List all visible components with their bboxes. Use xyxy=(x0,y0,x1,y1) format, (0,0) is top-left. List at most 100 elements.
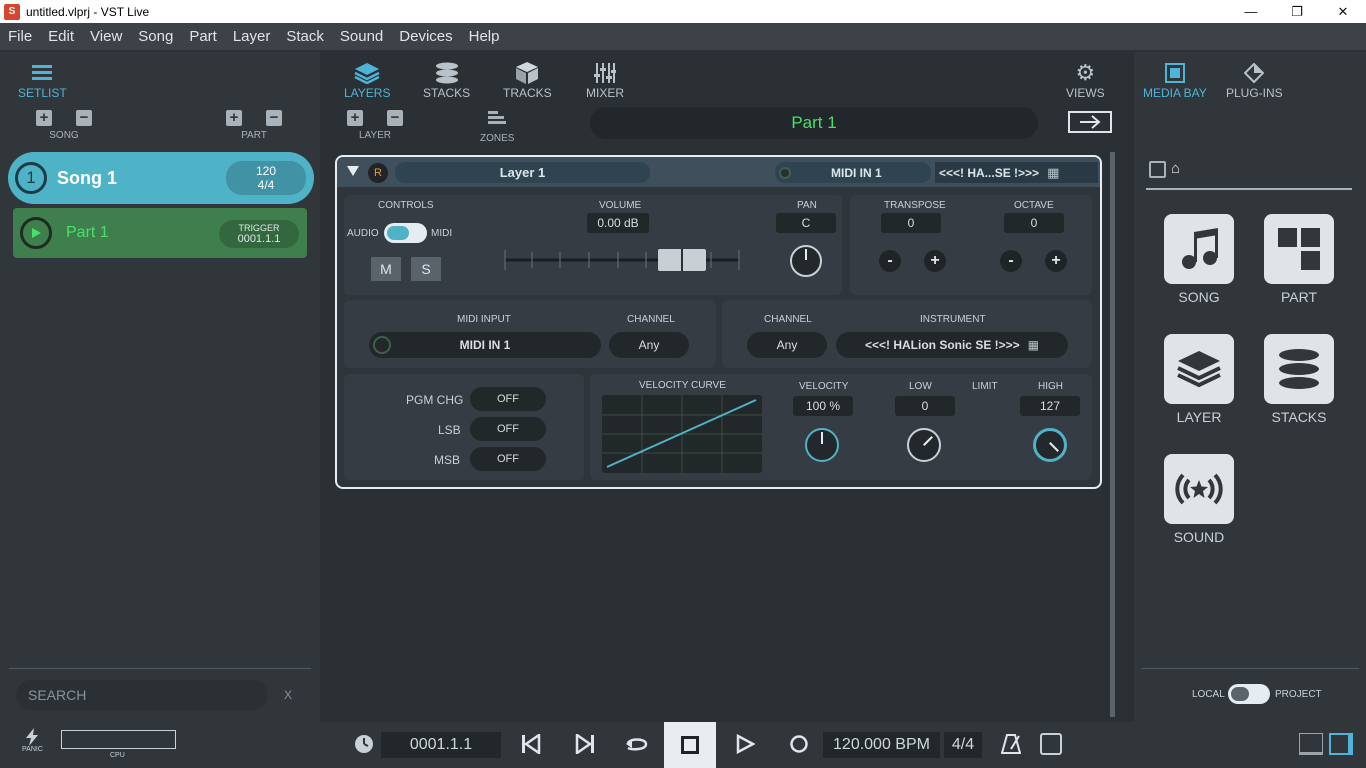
skip-back-icon[interactable] xyxy=(516,724,546,764)
pan-knob[interactable] xyxy=(790,245,822,277)
scrollbar[interactable] xyxy=(1110,152,1115,717)
audio-midi-toggle[interactable] xyxy=(384,223,427,243)
tempo-display[interactable]: 120.000 BPM xyxy=(823,732,940,758)
velocity-curve-graph[interactable] xyxy=(602,395,762,473)
count-in-toggle[interactable] xyxy=(1038,724,1064,764)
grid-icon xyxy=(1264,214,1334,284)
channel-select[interactable]: Any xyxy=(609,332,689,358)
views-button[interactable]: ⚙ VIEWS xyxy=(1066,60,1105,100)
menu-help[interactable]: Help xyxy=(461,28,508,45)
position-display[interactable]: 0001.1.1 xyxy=(381,732,501,758)
menu-edit[interactable]: Edit xyxy=(40,28,82,45)
record-arm-button[interactable]: R xyxy=(368,163,388,183)
tile-sound[interactable]: SOUND xyxy=(1164,454,1234,545)
add-layer-button[interactable]: + xyxy=(347,110,363,126)
stop-icon xyxy=(681,736,699,754)
title-bar: S untitled.vlprj - VST Live — ❐ ✕ xyxy=(0,0,1366,23)
window-title: untitled.vlprj - VST Live xyxy=(26,4,150,19)
high-value[interactable]: 127 xyxy=(1020,396,1080,416)
record-icon[interactable] xyxy=(784,724,814,764)
piano-icon[interactable]: ▦ xyxy=(1047,165,1059,181)
instrument-value: <<<! HALion Sonic SE !>>> xyxy=(864,338,1020,352)
plugins-button[interactable]: PLUG-INS xyxy=(1226,60,1283,100)
transpose-plus-button[interactable]: + xyxy=(924,250,946,272)
tab-tracks[interactable]: TRACKS xyxy=(503,60,552,100)
low-knob[interactable] xyxy=(907,428,941,462)
menu-song[interactable]: Song xyxy=(130,28,181,45)
volume-fader[interactable] xyxy=(501,242,741,278)
metronome-icon[interactable] xyxy=(996,724,1026,764)
local-project-toggle[interactable] xyxy=(1228,684,1270,704)
loop-icon[interactable] xyxy=(622,724,652,764)
add-song-button[interactable]: + xyxy=(36,110,52,126)
lsb-toggle[interactable]: OFF xyxy=(470,417,546,441)
channel2-select[interactable]: Any xyxy=(747,332,827,358)
piano-icon[interactable]: ▦ xyxy=(1028,338,1039,352)
song-item[interactable]: 1 Song 1 120 4/4 xyxy=(8,152,314,204)
octave-minus-button[interactable]: - xyxy=(1000,250,1022,272)
signature-display[interactable]: 4/4 xyxy=(944,732,982,758)
menu-file[interactable]: File xyxy=(0,28,40,45)
volume-value[interactable]: 0.00 dB xyxy=(587,213,649,233)
remove-song-button[interactable]: − xyxy=(76,110,92,126)
tile-stacks[interactable]: STACKS xyxy=(1264,334,1334,425)
clear-search-button[interactable]: X xyxy=(278,680,298,710)
tab-mixer[interactable]: MIXER xyxy=(586,60,624,100)
pgm-chg-toggle[interactable]: OFF xyxy=(470,387,546,411)
layer-instrument-head[interactable]: <<<! HA...SE !>>> ▦ xyxy=(935,162,1098,183)
transpose-value[interactable]: 0 xyxy=(881,213,941,233)
menu-devices[interactable]: Devices xyxy=(391,28,460,45)
minimize-icon[interactable]: — xyxy=(1228,0,1274,23)
menu-part[interactable]: Part xyxy=(181,28,225,45)
remove-part-button[interactable]: − xyxy=(266,110,282,126)
part-item[interactable]: Part 1 TRIGGER 0001.1.1 xyxy=(13,208,307,258)
clock-icon[interactable] xyxy=(352,724,376,764)
solo-button[interactable]: S xyxy=(411,257,441,281)
velocity-knob[interactable] xyxy=(805,428,839,462)
tab-layers[interactable]: LAYERS xyxy=(344,60,390,100)
menu-stack[interactable]: Stack xyxy=(278,28,332,45)
app-icon: S xyxy=(4,3,20,20)
remove-layer-button[interactable]: − xyxy=(387,110,403,126)
maximize-icon[interactable]: ❐ xyxy=(1274,0,1320,23)
close-icon[interactable]: ✕ xyxy=(1320,0,1366,23)
tile-song[interactable]: SONG xyxy=(1164,214,1234,305)
collapse-icon[interactable] xyxy=(346,165,360,177)
setlist-button[interactable]: SETLIST xyxy=(18,60,67,100)
high-knob[interactable] xyxy=(1033,428,1067,462)
layout-left-icon[interactable] xyxy=(1298,724,1324,764)
tile-part[interactable]: PART xyxy=(1264,214,1334,305)
velocity-value[interactable]: 100 % xyxy=(793,396,853,416)
menu-sound[interactable]: Sound xyxy=(332,28,391,45)
home-icon[interactable]: ⌂ xyxy=(1171,160,1180,177)
panic-button[interactable]: PANIC xyxy=(22,728,43,753)
pan-value[interactable]: C xyxy=(776,213,836,233)
tab-stacks[interactable]: STACKS xyxy=(423,60,470,100)
tile-layer[interactable]: LAYER xyxy=(1164,334,1234,425)
layer-midi-in-head[interactable]: MIDI IN 1 xyxy=(775,162,931,183)
octave-plus-button[interactable]: + xyxy=(1045,250,1067,272)
low-value[interactable]: 0 xyxy=(895,396,955,416)
instrument-select[interactable]: <<<! HALion Sonic SE !>>> ▦ xyxy=(836,332,1068,358)
menu-layer[interactable]: Layer xyxy=(225,28,279,45)
zones-button[interactable]: ZONES xyxy=(480,110,514,144)
limit-label: LIMIT xyxy=(972,381,998,392)
play-part-icon[interactable] xyxy=(20,217,52,249)
play-icon[interactable] xyxy=(730,724,760,764)
select-all-checkbox[interactable] xyxy=(1149,161,1166,178)
skip-forward-icon[interactable] xyxy=(570,724,600,764)
transpose-minus-button[interactable]: - xyxy=(879,250,901,272)
stop-button[interactable] xyxy=(664,722,716,768)
midi-input-select[interactable]: MIDI IN 1 xyxy=(369,332,601,358)
msb-toggle[interactable]: OFF xyxy=(470,447,546,471)
mute-button[interactable]: M xyxy=(371,257,401,281)
search-input[interactable]: SEARCH xyxy=(16,680,268,710)
layout-right-icon[interactable] xyxy=(1328,724,1354,764)
menu-view[interactable]: View xyxy=(82,28,130,45)
add-part-button[interactable]: + xyxy=(226,110,242,126)
next-part-button[interactable] xyxy=(1068,111,1112,133)
media-bay-button[interactable]: MEDIA BAY xyxy=(1143,60,1207,100)
part-label: PART xyxy=(241,130,267,141)
octave-value[interactable]: 0 xyxy=(1004,213,1064,233)
layer-name[interactable]: Layer 1 xyxy=(395,162,650,183)
